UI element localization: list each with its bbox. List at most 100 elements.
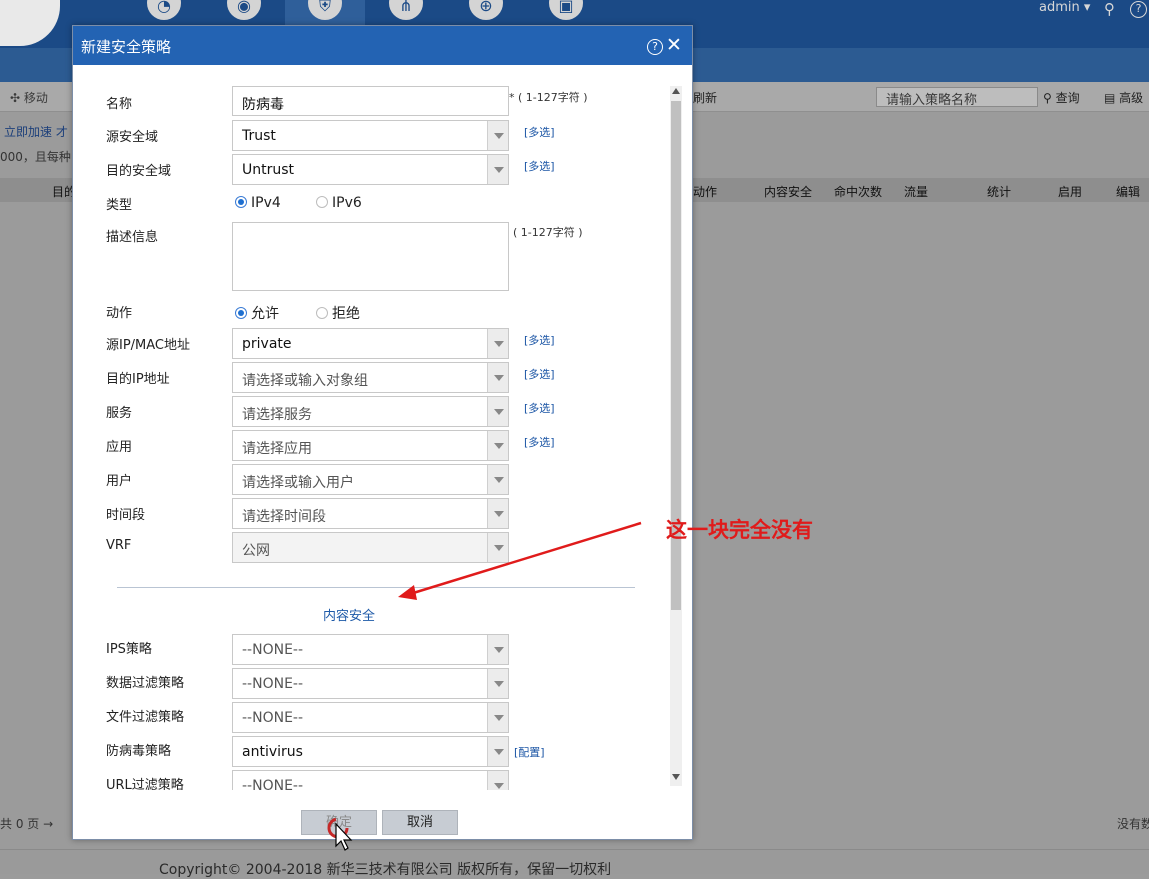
help-icon[interactable]: ? [647, 39, 663, 55]
chevron-down-icon[interactable] [487, 533, 508, 562]
allow-radio[interactable]: 允许 [235, 303, 279, 323]
user-select[interactable]: 请选择或输入用户 [232, 464, 509, 495]
service-select[interactable]: 请选择服务 [232, 396, 509, 427]
cancel-button[interactable]: 取消 [382, 810, 458, 835]
description-textarea[interactable] [232, 222, 509, 291]
scroll-up-icon[interactable] [672, 88, 680, 94]
move-button[interactable]: ✣ 移动 [10, 89, 48, 106]
src-ip-multiselect-link[interactable]: [多选] [524, 332, 555, 348]
chevron-down-icon[interactable] [487, 121, 508, 150]
service-label: 服务 [106, 406, 133, 421]
data-filter-select[interactable]: --NONE-- [232, 668, 509, 699]
dst-ip-multiselect-link[interactable]: [多选] [524, 366, 555, 382]
chevron-down-icon[interactable] [487, 737, 508, 766]
new-security-policy-dialog: 新建安全策略 ? ✕ 名称 防病毒 * ( 1-127字符 ) 源安全域 Tru… [72, 25, 693, 840]
service-multiselect-link[interactable]: [多选] [524, 400, 555, 416]
mouse-cursor-icon [327, 818, 353, 851]
vrf-value: 公网 [242, 543, 270, 559]
next-page-icon[interactable]: → [43, 817, 53, 831]
column-header[interactable]: 动作 [693, 183, 717, 200]
column-header[interactable]: 流量 [904, 183, 928, 200]
src-zone-value: Trust [242, 128, 276, 144]
chevron-down-icon[interactable] [487, 397, 508, 426]
advanced-button[interactable]: ▤ 高级 [1104, 89, 1143, 106]
src-zone-multiselect-link[interactable]: [多选] [524, 124, 555, 140]
chevron-down-icon[interactable] [487, 635, 508, 664]
dashboard-icon[interactable]: ◔ [147, 0, 181, 20]
dst-zone-multiselect-link[interactable]: [多选] [524, 158, 555, 174]
dst-ip-placeholder: 请选择或输入对象组 [242, 373, 368, 389]
ips-value: --NONE-- [242, 642, 304, 658]
section-divider [117, 587, 635, 588]
column-header[interactable]: 命中次数 [834, 183, 882, 200]
refresh-button[interactable]: 刷新 [693, 89, 717, 106]
dst-ip-select[interactable]: 请选择或输入对象组 [232, 362, 509, 393]
name-input[interactable]: 防病毒 [232, 86, 509, 116]
monitor-icon[interactable]: ◉ [227, 0, 261, 20]
policy-form: 名称 防病毒 * ( 1-127字符 ) 源安全域 Trust [多选] 目的安… [73, 66, 671, 790]
src-ip-label: 源IP/MAC地址 [106, 338, 191, 353]
search-icon: ⚲ [1043, 91, 1052, 105]
globe-icon[interactable]: ⊕ [469, 0, 503, 20]
column-header[interactable]: 内容安全 [764, 183, 812, 200]
chevron-down-icon[interactable] [487, 431, 508, 460]
dialog-scrollbar[interactable] [670, 86, 682, 786]
query-button[interactable]: ⚲ 查询 [1043, 89, 1080, 106]
notice-text: 000，且每种 [0, 150, 71, 164]
network-icon[interactable]: ⋔ [389, 0, 423, 20]
policy-search-input[interactable]: 请输入策略名称 [876, 87, 1038, 108]
time-select[interactable]: 请选择时间段 [232, 498, 509, 529]
vrf-select[interactable]: 公网 [232, 532, 509, 563]
deny-radio[interactable]: 拒绝 [316, 303, 360, 323]
chevron-down-icon[interactable] [487, 499, 508, 528]
name-hint: * ( 1-127字符 ) [509, 91, 588, 104]
app-select[interactable]: 请选择应用 [232, 430, 509, 461]
antivirus-value: antivirus [242, 744, 303, 760]
chevron-down-icon[interactable] [487, 703, 508, 732]
description-hint: ( 1-127字符 ) [513, 226, 583, 239]
file-filter-label: 文件过滤策略 [106, 710, 185, 725]
scroll-down-icon[interactable] [672, 774, 680, 780]
antivirus-label: 防病毒策略 [106, 744, 172, 759]
dst-ip-label: 目的IP地址 [106, 372, 170, 387]
data-filter-value: --NONE-- [242, 676, 304, 692]
src-zone-label: 源安全域 [106, 130, 159, 145]
url-filter-select[interactable]: --NONE-- [232, 770, 509, 790]
antivirus-config-link[interactable]: [配置] [514, 744, 545, 760]
time-label: 时间段 [106, 508, 146, 523]
ipv6-radio[interactable]: IPv6 [316, 195, 362, 211]
src-zone-select[interactable]: Trust [232, 120, 509, 151]
column-header[interactable]: 编辑 [1116, 183, 1140, 200]
system-icon[interactable]: ▣ [549, 0, 583, 20]
search-icon[interactable]: ⚲ [1104, 0, 1115, 18]
file-filter-select[interactable]: --NONE-- [232, 702, 509, 733]
service-placeholder: 请选择服务 [242, 407, 312, 423]
ips-select[interactable]: --NONE-- [232, 634, 509, 665]
src-ip-select[interactable]: private [232, 328, 509, 359]
ipv4-radio[interactable]: IPv4 [235, 195, 281, 211]
antivirus-select[interactable]: antivirus [232, 736, 509, 767]
close-icon[interactable]: ✕ [666, 35, 682, 55]
chevron-down-icon[interactable] [487, 771, 508, 790]
column-header[interactable]: 启用 [1058, 183, 1082, 200]
dialog-title: 新建安全策略 [81, 38, 172, 56]
user-menu[interactable]: admin ▾ [1039, 0, 1090, 15]
time-placeholder: 请选择时间段 [242, 509, 326, 525]
name-label: 名称 [106, 97, 133, 112]
chevron-down-icon[interactable] [487, 329, 508, 358]
advanced-icon: ▤ [1104, 91, 1116, 105]
help-icon[interactable]: ? [1130, 1, 1147, 18]
copyright-text: Copyright© 2004-2018 新华三技术有限公司 版权所有，保留一切… [159, 862, 612, 878]
app-multiselect-link[interactable]: [多选] [524, 434, 555, 450]
column-header[interactable]: 统计 [987, 183, 1011, 200]
dialog-header: 新建安全策略 ? ✕ [73, 26, 692, 65]
dst-zone-select[interactable]: Untrust [232, 154, 509, 185]
chevron-down-icon[interactable] [487, 669, 508, 698]
chevron-down-icon[interactable] [487, 465, 508, 494]
chevron-down-icon[interactable] [487, 363, 508, 392]
annotation-text: 这一块完全没有 [666, 518, 813, 542]
chevron-down-icon[interactable] [487, 155, 508, 184]
type-label: 类型 [106, 198, 133, 213]
name-value: 防病毒 [242, 97, 284, 113]
pager-info: 共 0 页 → [0, 817, 54, 831]
